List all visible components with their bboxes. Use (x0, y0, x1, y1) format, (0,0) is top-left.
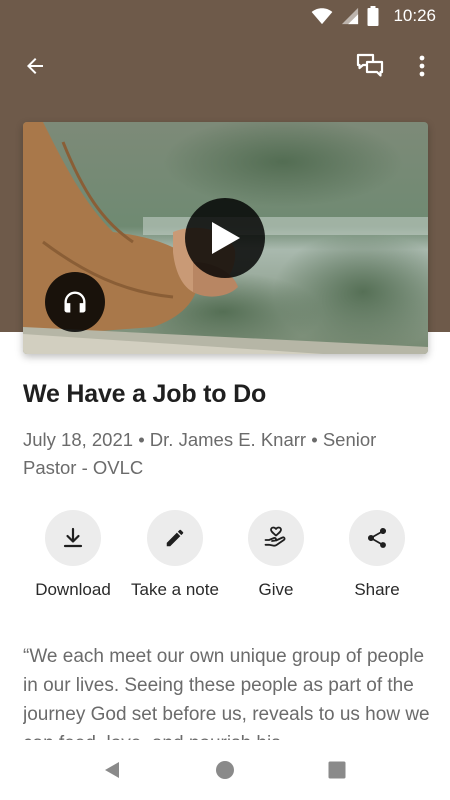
share-icon (367, 527, 387, 548)
take-note-button[interactable]: Take a note (120, 510, 230, 600)
nav-home-button[interactable] (205, 752, 245, 788)
download-label: Download (35, 580, 111, 599)
pencil-icon (166, 529, 184, 547)
share-label: Share (354, 580, 400, 599)
status-time: 10:26 (393, 6, 436, 25)
download-circle (45, 510, 101, 566)
audio-button[interactable] (45, 272, 105, 332)
take-note-circle (147, 510, 203, 566)
back-button[interactable] (11, 42, 59, 90)
give-label: Give (258, 580, 294, 599)
arrow-back-icon (27, 58, 43, 74)
nav-back-button[interactable] (92, 752, 132, 788)
more-vert-icon (419, 55, 425, 77)
headphones-icon (64, 291, 86, 313)
give-button[interactable]: Give (221, 510, 331, 600)
sermon-title: We Have a Job to Do (23, 380, 267, 408)
action-row: Download Take a note Give Share (0, 510, 450, 610)
nav-recents-icon (328, 761, 346, 779)
cell-signal-icon (342, 7, 359, 25)
system-nav-bar (0, 740, 450, 800)
battery-icon (367, 6, 379, 26)
share-circle (349, 510, 405, 566)
take-note-label: Take a note (131, 580, 219, 599)
nav-recents-button[interactable] (317, 752, 357, 788)
status-bar: 10:26 (0, 0, 450, 32)
share-button[interactable]: Share (322, 510, 432, 600)
chat-bubbles-icon (356, 53, 384, 77)
wifi-icon (312, 8, 333, 25)
download-icon (63, 527, 83, 548)
nav-home-icon (216, 761, 234, 779)
sermon-video-thumbnail[interactable] (23, 122, 428, 354)
download-button[interactable]: Download (18, 510, 128, 600)
play-button[interactable] (185, 198, 265, 278)
more-options-button[interactable] (398, 42, 446, 90)
nav-back-icon (105, 762, 119, 778)
give-circle (248, 510, 304, 566)
app-bar (0, 38, 450, 94)
sermon-description: “We each meet our own unique group of pe… (23, 646, 430, 742)
chat-button[interactable] (346, 42, 394, 90)
sermon-meta: July 18, 2021 • Dr. James E. Knarr • Sen… (23, 429, 377, 478)
play-icon (212, 222, 240, 254)
give-heart-hand-icon (264, 526, 286, 547)
